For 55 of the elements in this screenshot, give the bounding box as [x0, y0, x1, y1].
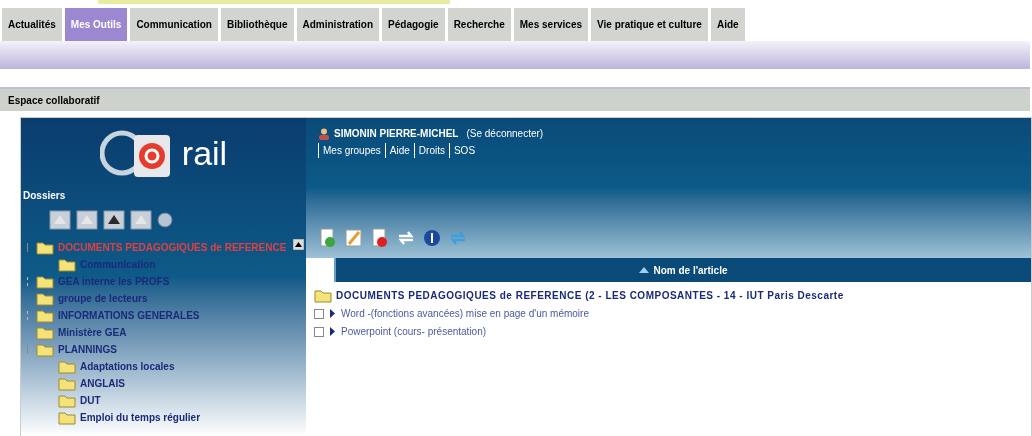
column-header[interactable]: Nom de l'article [334, 258, 1031, 282]
header-link[interactable]: Mes groupes [318, 143, 385, 158]
bullet-icon [330, 309, 335, 318]
folder-icon [314, 288, 332, 303]
document-link[interactable]: Powerpoint (cours- présentation) [341, 324, 487, 339]
nav-tab[interactable]: Mes services [513, 8, 589, 41]
delete-document-icon[interactable] [370, 228, 390, 248]
logout-link[interactable]: (Se déconnecter) [466, 126, 544, 141]
user-icon [318, 127, 330, 140]
info-icon[interactable] [422, 228, 442, 248]
folder-icon [58, 359, 76, 374]
nav-tab[interactable]: Vie pratique et culture [591, 8, 708, 41]
nav-tab[interactable]: Bibliothèque [220, 8, 294, 41]
folder-icon [36, 325, 54, 340]
folder-icon [58, 257, 76, 272]
logo-text: rail [181, 136, 228, 170]
folder-icon [36, 240, 54, 255]
folder-icon [36, 274, 54, 289]
folder-tool-icon[interactable] [130, 210, 152, 230]
tree-item[interactable]: ANGLAIS [80, 376, 125, 391]
folder-icon [58, 410, 76, 425]
nav-tab[interactable]: Administration [296, 8, 380, 41]
checkbox[interactable] [314, 326, 324, 337]
header-link[interactable]: Droits [413, 143, 449, 158]
nav-tab[interactable]: Pédagogie [382, 8, 445, 41]
edit-icon[interactable] [344, 228, 364, 248]
nav-tab[interactable]: Communication [130, 8, 218, 41]
folders-heading: Dossiers [23, 189, 67, 203]
section-header: Espace collaboratif [0, 87, 1030, 111]
folder-tool-icon[interactable] [76, 210, 98, 230]
folder-icon [58, 376, 76, 391]
folder-icon [36, 291, 54, 306]
document-link[interactable]: Word -(fonctions avancées) mise en page d'un mémoire [341, 306, 589, 321]
tree-item[interactable]: Ministère GEA [58, 325, 127, 340]
tree-item[interactable]: Adaptations locales [80, 359, 175, 374]
sort-icon [639, 267, 650, 273]
checkbox[interactable] [314, 308, 324, 319]
header-link[interactable]: Aide [384, 143, 414, 158]
nav-tab[interactable]: Recherche [447, 8, 511, 41]
bullet-icon [330, 327, 335, 336]
header-link[interactable]: SOS [448, 143, 480, 158]
user-name: SIMONIN PIERRE-MICHEL [334, 127, 459, 141]
tree-item[interactable]: DUT [80, 393, 101, 408]
folder-tool-icon[interactable] [49, 210, 71, 230]
folder-icon [36, 342, 54, 357]
folder-tool-icon[interactable] [103, 210, 125, 230]
folder-link[interactable]: DOCUMENTS PEDAGOGIQUES de REFERENCE (2 - LES COMPOSANTES - 14 - IUT Paris Descarte [336, 288, 844, 303]
folder-icon [36, 308, 54, 323]
nav-tab[interactable]: Aide [710, 8, 745, 41]
nav-tab[interactable]: Actualités [2, 8, 62, 41]
add-document-icon[interactable] [318, 228, 338, 248]
folder-icon [58, 393, 76, 408]
tree-item[interactable]: PLANNINGS [58, 342, 117, 357]
tree-item[interactable]: Emploi du temps régulier [80, 410, 201, 425]
scroll-up-icon[interactable] [293, 239, 304, 250]
